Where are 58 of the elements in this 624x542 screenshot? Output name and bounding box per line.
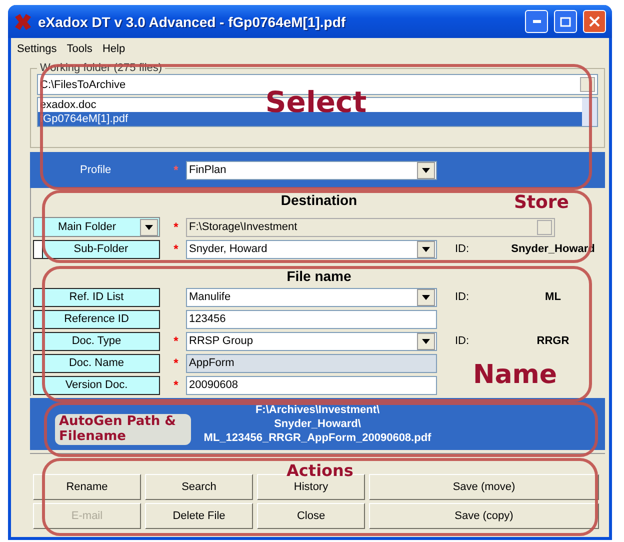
field-label: Profile <box>80 164 112 176</box>
required-mark: * <box>174 378 178 392</box>
maximize-icon <box>560 16 571 26</box>
required-mark: * <box>174 334 178 348</box>
close-button[interactable] <box>583 10 606 33</box>
section-heading: Destination <box>280 191 358 210</box>
close-icon <box>589 16 600 27</box>
field-label: Doc. Name <box>33 354 160 372</box>
input-field[interactable]: 20090608 <box>186 376 437 394</box>
caret-icon <box>145 224 153 230</box>
window-title: eXadox DT v 3.0 Advanced - fGp0764eM[1].pdf <box>38 14 347 30</box>
action-button[interactable]: Rename <box>33 474 141 500</box>
section-heading: File name <box>286 267 352 286</box>
id-label: ID: <box>454 291 470 303</box>
output-path-text: Snyder_Howard\ <box>274 417 361 431</box>
caret-icon <box>422 168 430 172</box>
action-button[interactable]: Delete File <box>145 503 253 529</box>
required-mark: * <box>174 242 178 256</box>
menu-item[interactable]: Tools <box>66 43 92 55</box>
minimize-button[interactable] <box>525 10 548 33</box>
dropdown[interactable]: RRSP Group <box>186 332 437 350</box>
action-button[interactable]: Save (move) <box>369 474 599 500</box>
dropdown[interactable]: FinPlan <box>186 160 437 180</box>
action-button[interactable]: Close <box>257 503 365 529</box>
action-button[interactable]: Save (copy) <box>369 503 599 529</box>
checkbox[interactable] <box>33 240 42 258</box>
field-label: Doc. Type <box>33 332 160 350</box>
input-field[interactable]: AppForm <box>186 354 437 372</box>
field-label: Sub-Folder <box>42 240 160 258</box>
id-label: ID: <box>454 243 470 255</box>
id-value: RRGR <box>536 335 570 347</box>
field-label: Version Doc. <box>33 376 160 394</box>
caret-icon <box>422 294 430 300</box>
input-field[interactable]: F:\Storage\Investment <box>186 218 555 236</box>
action-button[interactable]: Search <box>145 474 253 500</box>
required-mark: * <box>174 220 178 234</box>
input-field[interactable]: 123456 <box>186 310 437 328</box>
required-mark: * <box>174 163 178 177</box>
dropdown[interactable]: Manulife <box>186 288 437 306</box>
id-value: ML <box>544 291 562 303</box>
menu-item[interactable]: Help <box>102 43 126 55</box>
output-path-text: F:\Archives\Investment\ <box>255 403 380 417</box>
caret-icon <box>422 246 430 252</box>
annotation-label: AutoGen Path & Filename <box>55 414 191 445</box>
dropdown[interactable]: Snyder, Howard <box>186 240 437 258</box>
id-label: ID: <box>454 335 470 347</box>
output-path-text: ML_123456_RRGR_AppForm_20090608.pdf <box>204 431 432 445</box>
dropdown[interactable]: Main Folder <box>33 217 160 237</box>
field-label: Reference ID <box>33 310 160 328</box>
field-label: Ref. ID List <box>33 288 160 306</box>
annotation-label: Name <box>472 361 557 390</box>
required-mark: * <box>174 356 178 370</box>
caret-icon <box>422 338 430 344</box>
minimize-icon <box>532 20 540 23</box>
maximize-button[interactable] <box>554 10 577 33</box>
menu-item[interactable]: Settings <box>17 43 57 55</box>
annotation-label: Store <box>514 193 569 213</box>
app-logo-icon <box>14 12 32 30</box>
